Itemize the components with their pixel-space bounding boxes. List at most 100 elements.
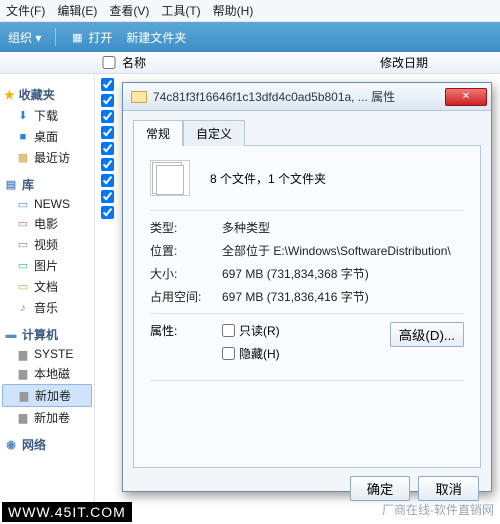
star-icon: ★	[4, 88, 15, 102]
column-name[interactable]: 名称	[118, 54, 380, 71]
sidebar-item-recent[interactable]: ▩最近访	[2, 147, 92, 168]
file-checkbox[interactable]	[101, 142, 114, 155]
hidden-checkbox[interactable]	[222, 347, 235, 360]
advanced-button[interactable]: 高级(D)...	[390, 322, 464, 347]
drive-icon: ▆	[17, 389, 31, 403]
sidebar-item-music[interactable]: ♪音乐	[2, 297, 92, 318]
properties-dialog: 74c81f3f16646f1c13dfd4c0ad5b801a, ... 属性…	[122, 82, 492, 492]
open-button[interactable]: ▦ 打开	[70, 29, 112, 46]
readonly-checkbox[interactable]	[222, 324, 235, 337]
sidebar-item-drive-system[interactable]: ▆SYSTE	[2, 345, 92, 363]
dialog-tabs: 常规 自定义	[133, 119, 481, 146]
divider	[150, 380, 464, 381]
video-icon: ▭	[16, 238, 30, 252]
recent-icon: ▩	[16, 151, 30, 165]
file-checkbox[interactable]	[101, 110, 114, 123]
drive-icon: ▆	[16, 367, 30, 381]
favorites-label: 收藏夹	[19, 86, 55, 103]
dialog-title: 74c81f3f16646f1c13dfd4c0ad5b801a, ... 属性	[153, 88, 445, 105]
navigation-pane: ★收藏夹 ⬇下载 ■桌面 ▩最近访 ▤库 ▭NEWS ▭电影 ▭视频 ▭图片 ▭…	[0, 74, 95, 504]
file-checkbox[interactable]	[101, 190, 114, 203]
docs-icon: ▭	[16, 280, 30, 294]
ok-button[interactable]: 确定	[350, 476, 411, 501]
menu-bar: 文件(F) 编辑(E) 查看(V) 工具(T) 帮助(H)	[0, 0, 500, 22]
library-icon: ▤	[4, 178, 18, 192]
favorites-header[interactable]: ★ 收藏夹	[2, 84, 92, 105]
network-icon: ◉	[4, 438, 18, 452]
picture-icon: ▭	[16, 259, 30, 273]
open-icon: ▦	[70, 30, 84, 44]
cancel-button[interactable]: 取消	[418, 476, 479, 501]
multi-files-icon	[150, 160, 190, 196]
readonly-label: 只读(R)	[239, 322, 280, 339]
desktop-icon: ■	[16, 130, 30, 144]
summary-text: 8 个文件，1 个文件夹	[210, 170, 326, 187]
computer-header[interactable]: ▬ 计算机	[2, 324, 92, 345]
sidebar-item-drive-new2[interactable]: ▆新加卷	[2, 407, 92, 428]
download-icon: ⬇	[16, 109, 30, 123]
column-headers: 名称 修改日期	[0, 52, 500, 74]
size-label: 大小:	[150, 265, 222, 282]
libraries-header[interactable]: ▤库	[2, 174, 92, 195]
new-folder-button[interactable]: 新建文件夹	[126, 29, 186, 46]
libraries-label: 库	[22, 176, 34, 193]
menu-edit[interactable]: 编辑(E)	[57, 2, 97, 19]
sidebar-item-videos[interactable]: ▭视频	[2, 234, 92, 255]
tab-general[interactable]: 常规	[133, 120, 183, 146]
file-checkbox[interactable]	[101, 206, 114, 219]
drive-icon: ▆	[16, 347, 30, 361]
size-on-disk-value: 697 MB (731,836,416 字节)	[222, 288, 464, 305]
footer-text: 厂商在线-软件直销网	[382, 501, 494, 518]
menu-tools[interactable]: 工具(T)	[161, 2, 200, 19]
hidden-checkbox-row[interactable]: 隐藏(H)	[222, 345, 280, 362]
watermark: WWW.45IT.COM	[2, 502, 132, 522]
divider	[150, 210, 464, 211]
computer-label: 计算机	[22, 326, 58, 343]
sidebar-item-desktop[interactable]: ■桌面	[2, 126, 92, 147]
location-label: 位置:	[150, 242, 222, 259]
sidebar-item-movies[interactable]: ▭电影	[2, 213, 92, 234]
size-on-disk-label: 占用空间:	[150, 288, 222, 305]
document-icon: ▭	[16, 197, 30, 211]
file-checkbox[interactable]	[101, 94, 114, 107]
select-all-checkbox[interactable]	[100, 56, 118, 69]
drive-icon: ▆	[16, 411, 30, 425]
menu-file[interactable]: 文件(F)	[6, 2, 45, 19]
attributes-label: 属性:	[150, 322, 222, 339]
close-button[interactable]: ✕	[445, 88, 487, 106]
organize-button[interactable]: 组织 ▾	[8, 29, 41, 46]
size-value: 697 MB (731,834,368 字节)	[222, 265, 464, 282]
location-value: 全部位于 E:\Windows\SoftwareDistribution\	[222, 242, 464, 259]
network-header[interactable]: ◉ 网络	[2, 434, 92, 455]
film-icon: ▭	[16, 217, 30, 231]
dialog-titlebar[interactable]: 74c81f3f16646f1c13dfd4c0ad5b801a, ... 属性…	[123, 83, 491, 111]
readonly-checkbox-row[interactable]: 只读(R)	[222, 322, 280, 339]
file-checkbox[interactable]	[101, 158, 114, 171]
music-icon: ♪	[16, 301, 30, 315]
computer-icon: ▬	[4, 328, 18, 342]
divider	[150, 313, 464, 314]
folder-icon	[131, 91, 147, 103]
type-label: 类型:	[150, 219, 222, 236]
tab-custom[interactable]: 自定义	[183, 120, 245, 146]
sidebar-item-documents[interactable]: ▭文档	[2, 276, 92, 297]
open-label: 打开	[88, 29, 112, 46]
file-checkbox[interactable]	[101, 78, 114, 91]
close-icon: ✕	[462, 91, 470, 102]
explorer-toolbar: 组织 ▾ ▦ 打开 新建文件夹	[0, 22, 500, 52]
menu-help[interactable]: 帮助(H)	[213, 2, 254, 19]
menu-view[interactable]: 查看(V)	[109, 2, 149, 19]
sidebar-item-drive-local[interactable]: ▆本地磁	[2, 363, 92, 384]
file-checkbox[interactable]	[101, 126, 114, 139]
dialog-body: 8 个文件，1 个文件夹 类型:多种类型 位置:全部位于 E:\Windows\…	[133, 146, 481, 468]
sidebar-item-drive-new1[interactable]: ▆新加卷	[2, 384, 92, 407]
sidebar-item-pictures[interactable]: ▭图片	[2, 255, 92, 276]
sidebar-item-news[interactable]: ▭NEWS	[2, 195, 92, 213]
type-value: 多种类型	[222, 219, 464, 236]
file-checkbox[interactable]	[101, 174, 114, 187]
hidden-label: 隐藏(H)	[239, 345, 280, 362]
toolbar-separator	[55, 28, 56, 46]
network-label: 网络	[22, 436, 46, 453]
sidebar-item-downloads[interactable]: ⬇下载	[2, 105, 92, 126]
column-date[interactable]: 修改日期	[380, 54, 500, 71]
